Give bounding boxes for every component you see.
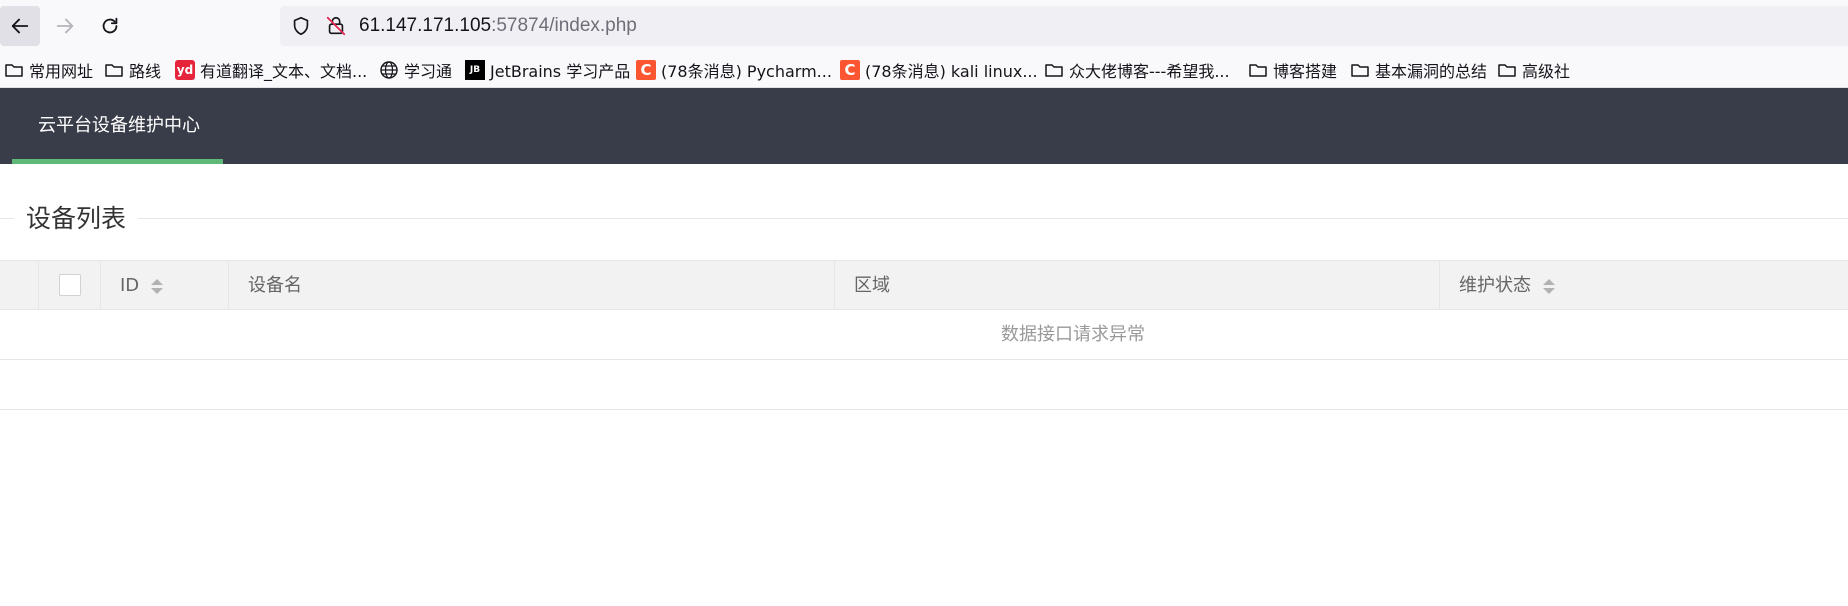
bookmark-item[interactable]: JB JetBrains 学习产品 [465, 58, 630, 82]
column-header-label: 维护状态 [1459, 275, 1531, 296]
url-path: :57874/index.php [491, 15, 637, 36]
browser-toolbar: 61.147.171.105:57874/index.php [0, 0, 1848, 52]
bookmark-label: 常用网址 [29, 62, 94, 81]
csdn-icon: C [636, 60, 656, 80]
bookmark-label: 基本漏洞的总结 [1375, 62, 1488, 81]
folder-icon [1350, 60, 1370, 80]
url-text[interactable]: 61.147.171.105:57874/index.php [359, 14, 637, 38]
reload-icon [102, 17, 118, 34]
table-empty-row: 数据接口请求异常 [0, 310, 1848, 360]
bookmark-label: 众大佬博客---希望我... [1069, 62, 1230, 81]
bookmark-item[interactable]: 基本漏洞的总结 [1350, 58, 1487, 82]
nav-active-indicator [12, 159, 223, 164]
insecure-lock-icon[interactable] [325, 15, 347, 37]
youdao-icon: yd [175, 60, 195, 80]
forward-button[interactable] [45, 6, 85, 46]
bookmark-item[interactable]: 博客搭建 [1248, 58, 1337, 82]
table-header-spacer [0, 261, 39, 310]
bookmark-item[interactable]: 高级社 [1497, 58, 1570, 82]
table-row [0, 360, 1848, 410]
table-header-status[interactable]: 维护状态 [1440, 261, 1848, 310]
bookmark-item[interactable]: yd 有道翻译_文本、文档... [175, 58, 367, 82]
column-header-label: 区域 [854, 275, 890, 296]
back-button[interactable] [0, 6, 40, 46]
address-bar[interactable]: 61.147.171.105:57874/index.php [280, 6, 1848, 46]
bookmark-label: 高级社 [1522, 62, 1571, 81]
bookmark-item[interactable]: 学习通 [379, 58, 452, 82]
column-header-label: ID [120, 275, 140, 296]
globe-icon [379, 60, 399, 80]
table-header-id[interactable]: ID [101, 261, 229, 310]
bookmark-label: JetBrains 学习产品 [490, 62, 631, 81]
select-all-checkbox[interactable] [59, 274, 81, 296]
bookmark-label: 路线 [129, 62, 162, 81]
fieldset-divider [0, 218, 1848, 219]
app-header: 云平台设备维护中心 [0, 88, 1848, 164]
bookmark-label: 学习通 [404, 62, 453, 81]
bookmarks-bar: 常用网址 路线 yd 有道翻译_文本、文档... 学习通 JB JetBrain… [0, 52, 1848, 88]
folder-icon [4, 60, 24, 80]
bookmark-item[interactable]: 常用网址 [4, 58, 93, 82]
jetbrains-icon: JB [465, 60, 485, 80]
folder-icon [104, 60, 124, 80]
folder-icon [1497, 60, 1517, 80]
url-host: 61.147.171.105 [359, 15, 492, 36]
nav-item-label: 云平台设备维护中心 [38, 115, 200, 136]
folder-icon [1248, 60, 1268, 80]
bookmark-item[interactable]: 路线 [104, 58, 161, 82]
sort-icon[interactable] [151, 279, 163, 295]
table-header: ID 设备名 区域 维护状态 [0, 260, 1848, 310]
section-title: 设备列表 [14, 202, 139, 236]
bookmark-item[interactable]: 众大佬博客---希望我... [1044, 58, 1230, 82]
bookmark-label: (78条消息) Pycharm... [661, 62, 832, 81]
csdn-icon: C [840, 60, 860, 80]
table-header-device-name: 设备名 [229, 261, 835, 310]
folder-icon [1044, 60, 1064, 80]
arrow-right-icon [56, 18, 74, 34]
shield-icon[interactable] [290, 15, 312, 37]
bookmark-label: (78条消息) kali linux... [865, 62, 1038, 81]
sort-icon[interactable] [1543, 279, 1555, 295]
table-header-region: 区域 [835, 261, 1440, 310]
arrow-left-icon [11, 18, 29, 34]
bookmark-label: 博客搭建 [1273, 62, 1338, 81]
column-header-label: 设备名 [248, 275, 302, 296]
bookmark-item[interactable]: C (78条消息) kali linux... [840, 58, 1038, 82]
bookmark-label: 有道翻译_文本、文档... [200, 62, 368, 81]
reload-button[interactable] [90, 6, 130, 46]
table-header-checkbox-cell [39, 261, 101, 310]
bookmark-item[interactable]: C (78条消息) Pycharm... [636, 58, 832, 82]
nav-item-device-center[interactable]: 云平台设备维护中心 [12, 88, 223, 164]
empty-message: 数据接口请求异常 [1001, 324, 1145, 345]
